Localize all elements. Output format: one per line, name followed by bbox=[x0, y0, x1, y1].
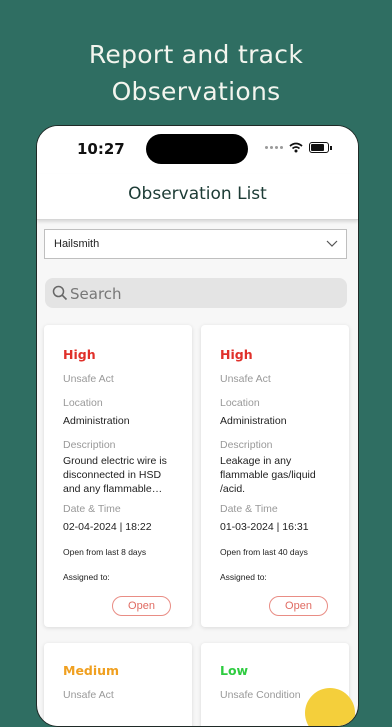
open-duration: Open from last 40 days bbox=[220, 547, 308, 557]
promo-line-2: Observations bbox=[111, 77, 281, 106]
status-time: 10:27 bbox=[77, 140, 125, 158]
description-label: Description bbox=[220, 439, 273, 451]
site-select-value: Hailsmith bbox=[54, 238, 100, 250]
datetime-value: 02-04-2024 | 18:22 bbox=[63, 521, 152, 533]
description-value: Leakage in any flammable gas/liquid /aci… bbox=[220, 455, 316, 495]
description-value: Ground electric wire is disconnected in … bbox=[63, 455, 167, 495]
phone-frame: 10:27 Observation List Hailsmith Search bbox=[36, 125, 359, 727]
priority-label: Low bbox=[220, 663, 249, 678]
priority-label: Medium bbox=[63, 663, 120, 678]
datetime-label: Date & Time bbox=[63, 503, 121, 515]
datetime-value: 01-03-2024 | 16:31 bbox=[220, 521, 309, 533]
observation-type: Unsafe Condition bbox=[220, 689, 301, 701]
assigned-label: Assigned to: bbox=[63, 572, 110, 582]
promo-headline: Report and track Observations bbox=[0, 36, 392, 110]
observation-card[interactable]: Medium Unsafe Act bbox=[44, 643, 192, 726]
open-duration: Open from last 8 days bbox=[63, 547, 147, 557]
chevron-down-icon bbox=[326, 240, 338, 247]
promo-line-1: Report and track bbox=[88, 40, 304, 69]
location-label: Location bbox=[63, 397, 103, 409]
datetime-label: Date & Time bbox=[220, 503, 278, 515]
battery-icon bbox=[309, 142, 332, 153]
priority-label: High bbox=[63, 347, 96, 362]
wifi-icon bbox=[289, 142, 303, 153]
location-value: Administration bbox=[63, 415, 130, 427]
status-open-button[interactable]: Open bbox=[112, 596, 171, 616]
assigned-label: Assigned to: bbox=[220, 572, 267, 582]
dynamic-island bbox=[146, 134, 248, 164]
site-select[interactable]: Hailsmith bbox=[44, 229, 347, 259]
observation-type: Unsafe Act bbox=[63, 689, 114, 701]
observation-type: Unsafe Act bbox=[220, 373, 271, 385]
app-header: Observation List bbox=[37, 174, 358, 220]
location-value: Administration bbox=[220, 415, 287, 427]
observation-card[interactable]: High Unsafe Act Location Administration … bbox=[44, 325, 192, 627]
search-input[interactable]: Search bbox=[45, 278, 347, 308]
location-label: Location bbox=[220, 397, 260, 409]
observation-card[interactable]: High Unsafe Act Location Administration … bbox=[201, 325, 349, 627]
observation-type: Unsafe Act bbox=[63, 373, 114, 385]
signal-icon bbox=[265, 146, 283, 149]
search-icon bbox=[52, 285, 68, 301]
description-label: Description bbox=[63, 439, 116, 451]
search-placeholder: Search bbox=[70, 285, 122, 303]
status-icons bbox=[265, 142, 332, 153]
page-title: Observation List bbox=[128, 184, 267, 204]
priority-label: High bbox=[220, 347, 253, 362]
status-open-button[interactable]: Open bbox=[269, 596, 328, 616]
status-bar: 10:27 bbox=[37, 126, 358, 174]
